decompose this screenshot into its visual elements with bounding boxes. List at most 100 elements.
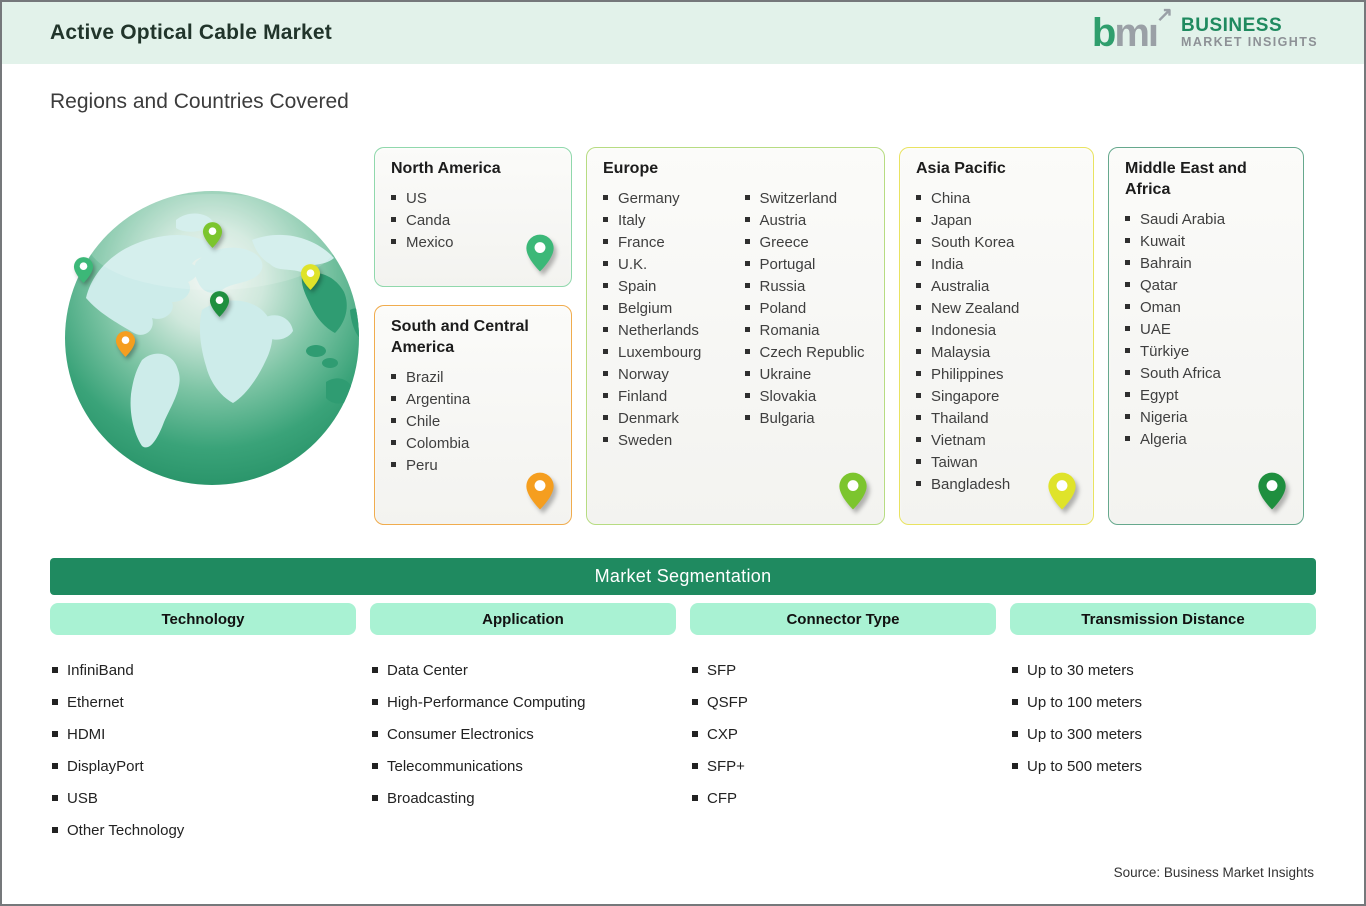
country-label: Taiwan: [931, 454, 978, 471]
bullet-icon: [916, 239, 921, 244]
bullet-icon: [391, 217, 396, 222]
country-label: UAE: [1140, 321, 1171, 338]
segment-header-technology: Technology: [50, 603, 356, 635]
bullet-icon: [916, 261, 921, 266]
bullet-icon: [52, 763, 58, 769]
country-label: Romania: [759, 322, 820, 339]
country-label: Qatar: [1140, 277, 1178, 294]
region-title: South and Central America: [391, 318, 529, 356]
bullet-icon: [916, 481, 921, 486]
segment-item: Up to 300 meters: [1012, 726, 1316, 758]
segment-list: SFP QSFP CXP SFP+ CFP: [692, 662, 996, 822]
segment-item: SFP+: [692, 758, 996, 790]
bullet-icon: [692, 667, 698, 673]
bullet-icon: [391, 462, 396, 467]
country-item: Norway: [603, 364, 729, 386]
country-item: Czech Republic: [744, 342, 871, 364]
segment-item-label: DisplayPort: [67, 758, 144, 775]
country-label: Austria: [759, 212, 807, 229]
bullet-icon: [1012, 763, 1018, 769]
segment-item-label: USB: [67, 790, 98, 807]
country-item: Philippines: [916, 364, 1079, 386]
country-item: Luxembourg: [603, 342, 729, 364]
segment-item-label: InfiniBand: [67, 662, 134, 679]
segment-item: DisplayPort: [52, 758, 356, 790]
bullet-icon: [372, 763, 378, 769]
country-label: France: [618, 234, 665, 251]
segment-item-label: Up to 100 meters: [1027, 694, 1143, 711]
country-item: Greece: [744, 232, 871, 254]
bullet-icon: [52, 699, 58, 705]
segment-list: InfiniBand Ethernet HDMI DisplayPort USB Othe…: [52, 662, 356, 854]
segment-item-label: Up to 30 meters: [1027, 662, 1134, 679]
country-label: Switzerland: [759, 190, 838, 207]
segment-item: Data Center: [372, 662, 676, 694]
logo-arrow-icon: ↗: [1156, 4, 1174, 26]
bullet-icon: [744, 261, 750, 266]
bullet-icon: [744, 415, 750, 420]
country-label: Argentina: [406, 391, 471, 408]
logo-letter-m: m: [1114, 11, 1150, 55]
region-card-europe: Europe Germany Italy France U.K. Spain Belgium…: [586, 147, 885, 525]
country-item: Nigeria: [1125, 407, 1289, 429]
country-label: Spain: [618, 278, 657, 295]
bullet-icon: [916, 305, 921, 310]
country-item: Türkiye: [1125, 341, 1289, 363]
bullet-icon: [603, 239, 608, 244]
map-pin-icon: [838, 471, 868, 516]
bullet-icon: [391, 396, 396, 401]
segment-header-application: Application: [370, 603, 676, 635]
source-note: Source: Business Market Insights: [1113, 865, 1314, 880]
segment-item: InfiniBand: [52, 662, 356, 694]
bullet-icon: [916, 217, 921, 222]
logo-line-market-insights: MARKET INSIGHTS: [1181, 35, 1318, 50]
country-item: China: [916, 188, 1079, 210]
bullet-icon: [1125, 282, 1130, 287]
country-label: Norway: [618, 366, 669, 383]
bullet-icon: [1125, 326, 1130, 331]
country-item: Austria: [744, 210, 871, 232]
country-item: Egypt: [1125, 385, 1289, 407]
country-item: Brazil: [391, 367, 557, 389]
country-item: Italy: [603, 210, 729, 232]
country-label: South Korea: [931, 234, 1015, 251]
segment-item: HDMI: [52, 726, 356, 758]
regions-section: North America US Canda Mexico South and Cent…: [2, 147, 1364, 525]
country-label: Denmark: [618, 410, 679, 427]
country-item: New Zealand: [916, 298, 1079, 320]
bullet-icon: [603, 327, 608, 332]
region-title: Europe: [603, 160, 659, 177]
country-item: Romania: [744, 320, 871, 342]
region-card-north-america: North America US Canda Mexico: [374, 147, 572, 287]
country-item: Poland: [744, 298, 871, 320]
segment-item: CXP: [692, 726, 996, 758]
segment-item-label: SFP+: [707, 758, 745, 775]
region-card-asia-pacific: Asia Pacific China Japan South Korea India Au…: [899, 147, 1094, 525]
country-item: Ukraine: [744, 364, 871, 386]
bullet-icon: [1125, 414, 1130, 419]
bullet-icon: [744, 239, 750, 244]
country-label: Australia: [931, 278, 990, 295]
country-item: South Korea: [916, 232, 1079, 254]
bullet-icon: [391, 195, 396, 200]
bullet-icon: [692, 795, 698, 801]
logo-letter-b: b: [1091, 11, 1116, 55]
country-item: Oman: [1125, 297, 1289, 319]
country-item: Australia: [916, 276, 1079, 298]
country-item: Bahrain: [1125, 253, 1289, 275]
country-item: Chile: [391, 411, 557, 433]
bullet-icon: [916, 283, 921, 288]
country-item: Russia: [744, 276, 871, 298]
country-label: Finland: [618, 388, 668, 405]
country-label: U.K.: [618, 256, 648, 273]
segment-column-transmission-distance: Transmission Distance Up to 30 meters Up t…: [1010, 603, 1316, 854]
region-title: Middle East and Africa: [1125, 160, 1247, 198]
map-pin-icon: [525, 471, 555, 516]
bullet-icon: [916, 327, 921, 332]
segmentation-title: Market Segmentation: [594, 566, 772, 586]
bullet-icon: [744, 305, 750, 310]
map-pin-icon: [525, 233, 555, 278]
logo-text: BUSINESS MARKET INSIGHTS: [1181, 16, 1318, 49]
bmi-logo-mark: bmı ↗: [1092, 5, 1173, 53]
country-label: Poland: [759, 300, 807, 317]
